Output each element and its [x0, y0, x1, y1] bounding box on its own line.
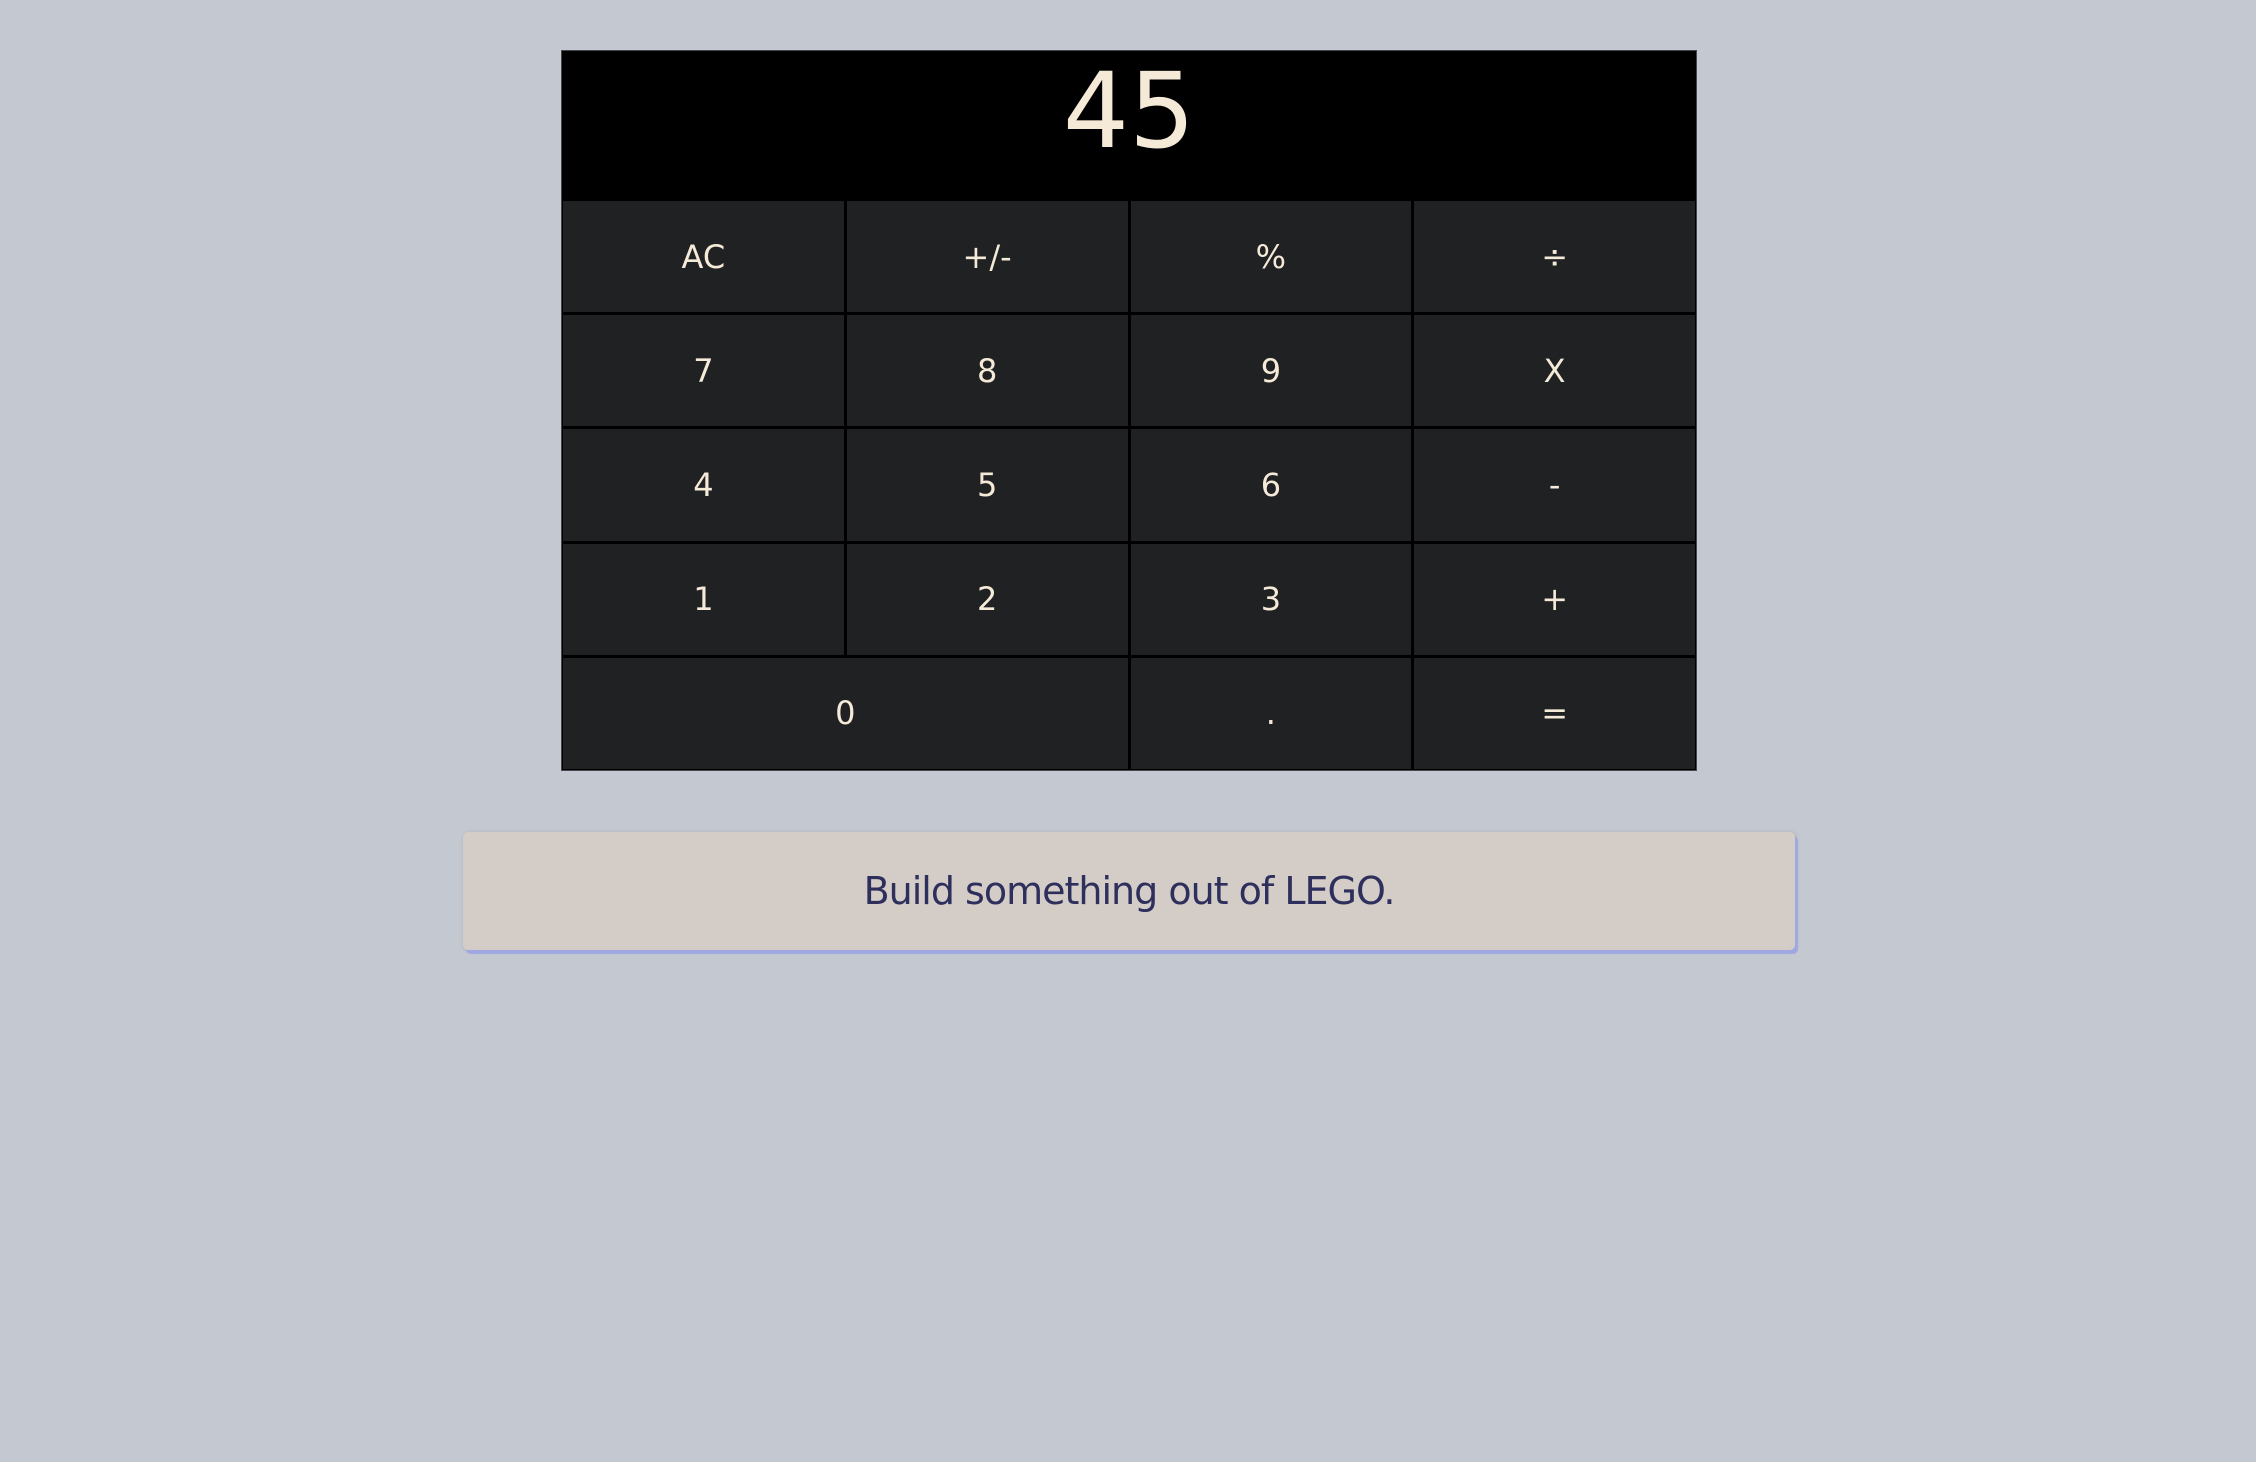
digit-3-button[interactable]: 3: [1130, 543, 1412, 655]
digit-6-button[interactable]: 6: [1130, 429, 1412, 541]
decimal-button[interactable]: .: [1130, 657, 1412, 769]
digit-5-button[interactable]: 5: [846, 429, 1128, 541]
suggestion-card: Build something out of LEGO.: [463, 832, 1795, 950]
equals-button[interactable]: =: [1414, 657, 1695, 769]
digit-9-button[interactable]: 9: [1130, 315, 1412, 427]
suggestion-text: Build something out of LEGO.: [863, 869, 1396, 913]
multiply-button[interactable]: X: [1414, 315, 1695, 427]
add-button[interactable]: +: [1414, 543, 1695, 655]
digit-7-button[interactable]: 7: [563, 315, 844, 427]
calculator-keypad: AC +/- % ÷ 7 8 9 X 4 5 6 - 1 2 3 + 0 . =: [563, 201, 1695, 769]
digit-4-button[interactable]: 4: [563, 429, 844, 541]
subtract-button[interactable]: -: [1414, 429, 1695, 541]
clear-button[interactable]: AC: [563, 201, 844, 313]
negate-button[interactable]: +/-: [846, 201, 1128, 313]
calculator: 45 AC +/- % ÷ 7 8 9 X 4 5 6 - 1 2 3 + 0 …: [561, 50, 1697, 771]
digit-2-button[interactable]: 2: [846, 543, 1128, 655]
digit-1-button[interactable]: 1: [563, 543, 844, 655]
divide-button[interactable]: ÷: [1414, 201, 1695, 313]
percent-button[interactable]: %: [1130, 201, 1412, 313]
digit-8-button[interactable]: 8: [846, 315, 1128, 427]
digit-0-button[interactable]: 0: [563, 657, 1128, 769]
calculator-display: 45: [562, 51, 1696, 201]
